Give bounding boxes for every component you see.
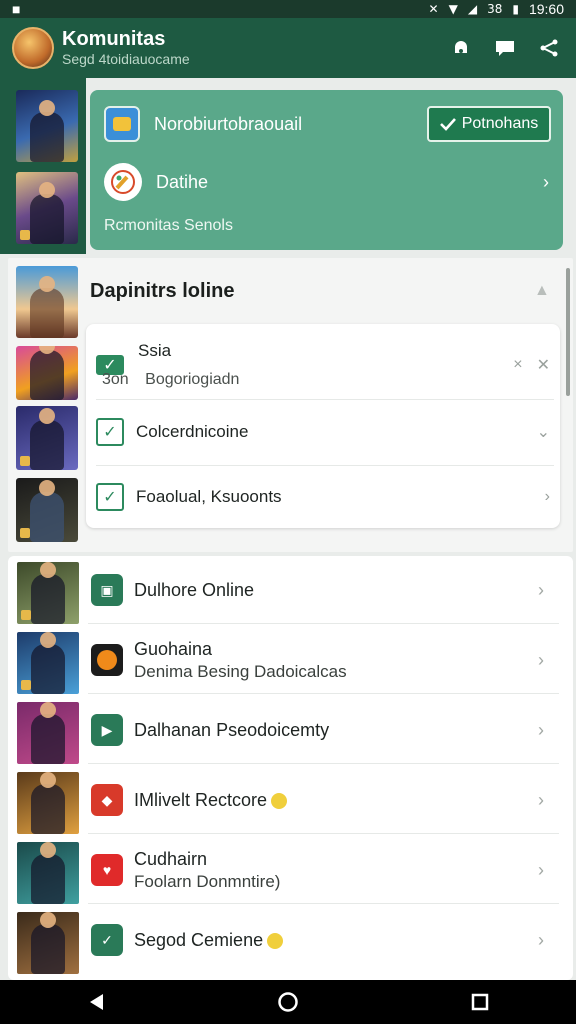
checkbox-checked-icon[interactable]: ✓ bbox=[96, 418, 124, 446]
item-subtitle: Foolarn Donmntire) bbox=[134, 871, 281, 891]
game-app-icon: ♥ bbox=[91, 854, 123, 886]
list-item[interactable]: ✓ Colcerdnicoine ⌄ bbox=[86, 400, 560, 464]
featured-row[interactable]: Datihe › bbox=[104, 162, 549, 202]
game-thumbnail bbox=[17, 912, 79, 974]
item-label: Ssia bbox=[138, 341, 172, 360]
game-thumbnail[interactable] bbox=[16, 346, 78, 400]
back-icon bbox=[90, 994, 103, 1010]
close-small-icon[interactable]: × bbox=[513, 356, 522, 374]
divider bbox=[88, 623, 559, 624]
chevron-right-icon: › bbox=[538, 790, 544, 810]
section-title: Dapinitrs loline bbox=[90, 280, 235, 302]
chevron-right-icon: › bbox=[538, 720, 544, 740]
chevron-right-icon: › bbox=[543, 171, 549, 192]
game-thumbnail bbox=[17, 842, 79, 904]
settings-card: ✓ Ssia 3on Bogoriogiadn × ✕ ✓ Colcerdnic… bbox=[86, 324, 560, 528]
emoji-icon bbox=[271, 792, 288, 809]
item-label: Colcerdnicoine bbox=[136, 422, 249, 441]
game-app-icon: ◆ bbox=[91, 784, 123, 816]
status-bar: ■ ✕ ▼ ◢ 38 ▮ 19:60 bbox=[0, 0, 576, 18]
battery-icon: ▮ bbox=[512, 2, 519, 16]
join-button-label: Potnohans bbox=[461, 115, 539, 132]
item-title: Dulhore Online bbox=[134, 579, 255, 600]
community-avatar[interactable] bbox=[12, 27, 54, 69]
featured-footer: Rcmonitas Senols bbox=[104, 217, 233, 234]
close-icon[interactable]: ✕ bbox=[537, 355, 550, 375]
wifi-icon: ▼ bbox=[448, 2, 458, 16]
item-label: Foaolual, Ksuoonts bbox=[136, 487, 282, 506]
game-thumbnail[interactable] bbox=[16, 172, 78, 244]
scrollbar[interactable] bbox=[566, 268, 570, 396]
pin-icon[interactable]: ▲ bbox=[534, 282, 550, 300]
chevron-right-icon: › bbox=[538, 930, 544, 950]
item-title: Cudhairn bbox=[134, 848, 208, 869]
recents-button[interactable] bbox=[460, 982, 500, 1022]
divider bbox=[88, 833, 559, 834]
item-sub-prefix: 3on bbox=[102, 371, 129, 388]
app-bar: Komunitas Segd 4toidiauocame bbox=[0, 18, 576, 78]
page-title: Komunitas bbox=[62, 28, 166, 50]
signal-text: 38 bbox=[487, 2, 503, 16]
system-nav-bar bbox=[0, 980, 576, 1024]
item-sub-text: Bogoriogiadn bbox=[145, 371, 240, 388]
list-item[interactable]: ✓ Foaolual, Ksuoonts › bbox=[86, 466, 560, 528]
game-thumbnail[interactable] bbox=[16, 266, 78, 338]
item-title: Dalhanan Pseodoicemty bbox=[134, 719, 330, 740]
game-app-icon: ▶ bbox=[91, 714, 123, 746]
item-subtitle: Denima Besing Dadoicalcas bbox=[134, 661, 347, 681]
divider bbox=[88, 903, 559, 904]
chevron-right-icon: › bbox=[538, 860, 544, 880]
share-icon[interactable] bbox=[538, 37, 560, 59]
back-button[interactable] bbox=[76, 982, 116, 1022]
status-time: 19:60 bbox=[528, 1, 564, 17]
app-icon bbox=[104, 106, 140, 142]
item-title: IMlivelt Rectcore bbox=[134, 789, 268, 810]
game-app-icon: ▣ bbox=[91, 574, 123, 606]
signal-icon: ◢ bbox=[467, 2, 478, 16]
game-thumbnail bbox=[17, 632, 79, 694]
notification-icon[interactable] bbox=[450, 37, 472, 59]
join-button[interactable]: Potnohans bbox=[427, 106, 551, 142]
list-item[interactable]: ▶ Dalhanan Pseodoicemty › bbox=[8, 696, 573, 764]
chevron-right-icon[interactable]: › bbox=[545, 488, 550, 506]
check-icon bbox=[439, 118, 456, 131]
item-title: Guohaina bbox=[134, 638, 213, 659]
home-icon bbox=[278, 992, 298, 1012]
list-item[interactable]: ◆ IMlivelt Rectcore › bbox=[8, 766, 573, 834]
game-thumbnail[interactable] bbox=[16, 90, 78, 162]
chevron-right-icon: › bbox=[538, 650, 544, 670]
status-app-icon: ■ bbox=[12, 1, 21, 17]
game-thumbnail[interactable] bbox=[16, 478, 78, 542]
featured-app-label: Norobiurtobraouail bbox=[154, 113, 303, 134]
emoji-icon bbox=[267, 932, 284, 949]
page-subtitle: Segd 4toidiauocame bbox=[62, 51, 190, 67]
game-thumbnail bbox=[17, 562, 79, 624]
palette-icon bbox=[104, 163, 142, 201]
chevron-right-icon: › bbox=[538, 580, 544, 600]
bluetooth-icon: ✕ bbox=[428, 2, 439, 16]
list-item[interactable]: ✓ Segod Cemiene › bbox=[8, 906, 573, 974]
chat-icon[interactable] bbox=[494, 37, 516, 59]
item-title: Segod Cemiene bbox=[134, 929, 264, 950]
list-item[interactable]: Guohaina Denima Besing Dadoicalcas › bbox=[8, 626, 573, 694]
game-app-icon: ✓ bbox=[91, 924, 123, 956]
featured-card[interactable]: Norobiurtobraouail Potnohans Datihe › Rc… bbox=[90, 90, 563, 250]
list-item[interactable]: ▣ Dulhore Online › bbox=[8, 556, 573, 624]
divider bbox=[88, 763, 559, 764]
game-app-icon bbox=[91, 644, 123, 676]
recents-icon bbox=[471, 993, 489, 1011]
game-thumbnail bbox=[17, 702, 79, 764]
list-item[interactable]: ♥ Cudhairn Foolarn Donmntire) › bbox=[8, 836, 573, 904]
home-button[interactable] bbox=[268, 982, 308, 1022]
game-thumbnail[interactable] bbox=[16, 406, 78, 470]
game-thumbnail bbox=[17, 772, 79, 834]
checkbox-checked-icon[interactable]: ✓ bbox=[96, 483, 124, 511]
games-list: ▣ Dulhore Online › Guohaina Denima Besin… bbox=[8, 556, 573, 980]
featured-row-label: Datihe bbox=[156, 171, 209, 192]
list-item[interactable]: ✓ Ssia 3on Bogoriogiadn × ✕ bbox=[86, 332, 560, 398]
chevron-down-icon[interactable]: ⌄ bbox=[537, 422, 550, 442]
divider bbox=[88, 693, 559, 694]
